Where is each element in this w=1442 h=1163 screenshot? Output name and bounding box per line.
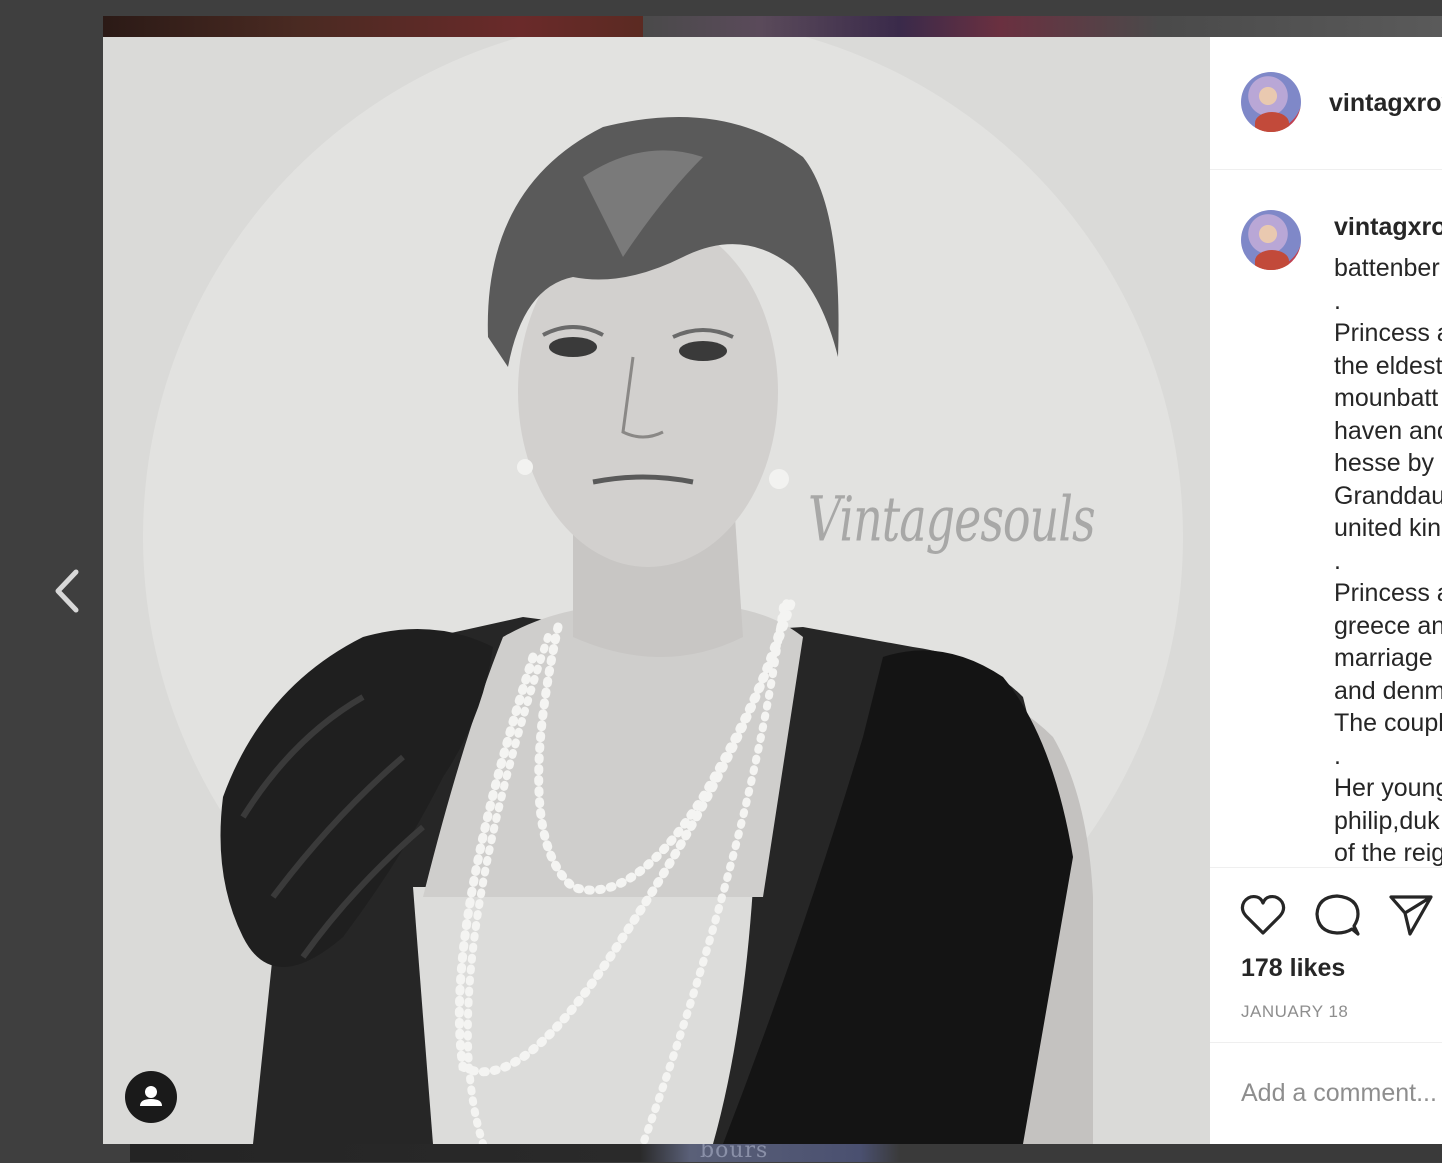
watermark-text: Vintagesouls [808, 482, 1096, 556]
caption-line: Princess a [1334, 319, 1442, 347]
caption-line: battenber [1334, 254, 1440, 282]
previous-post-button[interactable] [48, 566, 88, 616]
caption-line: The coupl [1334, 709, 1442, 737]
caption-text: battenber . Princess a the eldest mounba… [1334, 252, 1442, 867]
header-username[interactable]: vintagxroy [1329, 89, 1442, 118]
caption-line: . [1334, 741, 1341, 770]
caption-line: the eldest [1334, 351, 1442, 380]
caption-line: . [1334, 546, 1341, 575]
caption-line: Her young [1334, 774, 1442, 802]
caption-area: vintagxro battenber . Princess a the eld… [1210, 170, 1442, 867]
comment-icon [1315, 894, 1360, 936]
caption-line: united kin [1334, 514, 1442, 542]
post-date[interactable]: JANUARY 18 [1241, 1002, 1348, 1022]
share-button[interactable] [1388, 893, 1434, 942]
caption-line: Granddau [1334, 481, 1442, 510]
post-side-panel: vintagxroy vintagxro battenber . Princes… [1210, 37, 1442, 1144]
caption-line: and denm [1334, 676, 1442, 705]
caption-line: mounbatt [1334, 384, 1439, 412]
portrait-image [103, 37, 1210, 1144]
caption-line: . [1334, 286, 1341, 315]
caption-avatar[interactable] [1241, 210, 1301, 270]
like-button[interactable] [1240, 893, 1286, 942]
user-tag-icon [140, 1086, 162, 1106]
caption-line: of the reig [1334, 839, 1442, 867]
comment-button[interactable] [1314, 892, 1360, 943]
chevron-left-icon [55, 569, 79, 613]
likes-count[interactable]: 178 likes [1241, 954, 1345, 983]
caption-line: Princess a [1334, 579, 1442, 607]
tagged-users-button[interactable] [125, 1071, 177, 1123]
post-header: vintagxroy [1210, 37, 1442, 170]
post-photo[interactable]: Vintagesouls [103, 37, 1210, 1144]
avatar[interactable] [1241, 72, 1301, 132]
heart-icon [1240, 894, 1286, 935]
caption-username[interactable]: vintagxro [1334, 213, 1442, 242]
caption-line: philip,duk [1334, 806, 1440, 835]
comment-input[interactable] [1241, 1073, 1442, 1113]
post-actions: 178 likes JANUARY 18 [1210, 867, 1442, 1043]
caption-line: marriage [1334, 644, 1433, 672]
share-icon [1389, 895, 1433, 936]
feed-background-top [0, 0, 1442, 37]
caption-line: haven and [1334, 416, 1442, 445]
caption-line: greece an [1334, 611, 1442, 640]
caption-line: hesse by r [1334, 449, 1442, 477]
